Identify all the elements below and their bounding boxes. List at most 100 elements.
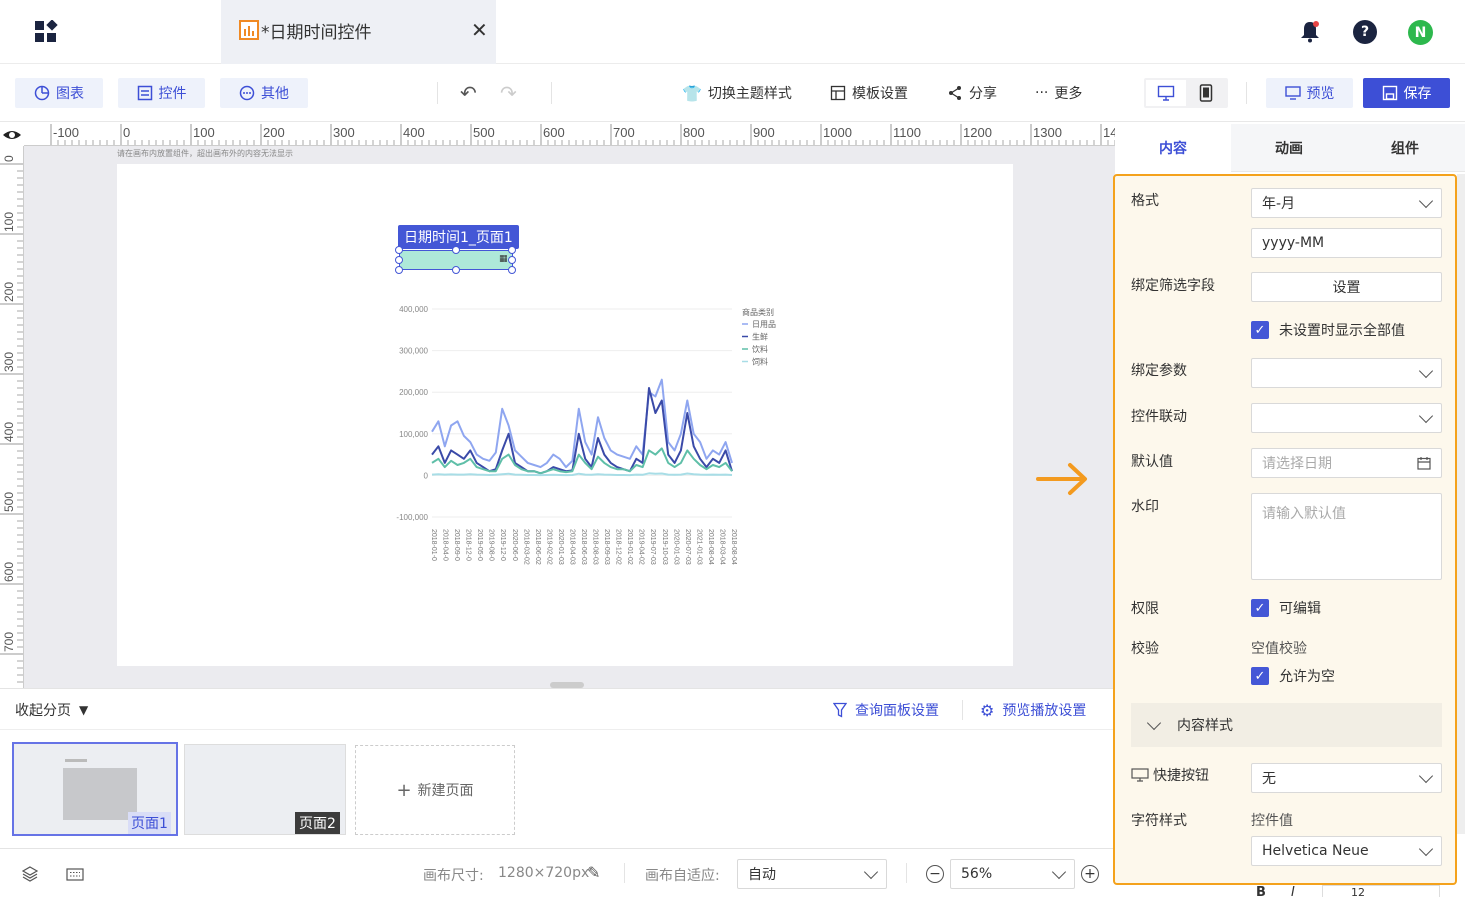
top-bar: *日期时间控件 ✕ ? N <box>0 0 1465 64</box>
close-icon[interactable]: ✕ <box>471 18 488 42</box>
resize-handle[interactable] <box>452 246 460 254</box>
resize-handle[interactable] <box>508 246 516 254</box>
char-style-label: 字符样式 <box>1131 813 1187 829</box>
theme-switch-button[interactable]: 👕 切换主题样式 <box>682 83 792 103</box>
allow-empty-checkbox[interactable]: ✓ 允许为空 <box>1251 666 1335 686</box>
format-select[interactable]: 年-月 <box>1251 188 1442 218</box>
page-thumbnail-2[interactable]: 页面2 <box>184 744 346 835</box>
more-button[interactable]: ··· 更多 <box>1035 83 1082 103</box>
shirt-icon: 👕 <box>682 83 702 103</box>
mobile-view-button[interactable] <box>1186 80 1226 106</box>
zoom-select[interactable]: 56% <box>950 859 1075 889</box>
zoom-out-icon[interactable]: − <box>926 865 944 883</box>
template-settings-button[interactable]: 模板设置 <box>830 83 908 103</box>
x-tick-label: 2019-02-02 <box>545 529 552 565</box>
playback-settings-button[interactable]: ⚙ 预览播放设置 <box>980 700 1086 720</box>
ruler-label: 400 <box>403 125 425 140</box>
x-tick-label: 2018-03-04 <box>718 529 725 565</box>
help-icon[interactable]: ? <box>1353 20 1377 44</box>
tab-component[interactable]: 组件 <box>1347 124 1463 172</box>
new-page-label: 新建页面 <box>417 783 474 799</box>
resize-handle[interactable] <box>395 266 403 274</box>
page-2-label: 页面2 <box>295 812 340 834</box>
control-button[interactable]: 控件 <box>118 78 205 108</box>
font-family-select[interactable]: Helvetica Neue <box>1251 836 1442 866</box>
avatar[interactable]: N <box>1408 20 1433 45</box>
bell-icon[interactable] <box>1299 20 1321 44</box>
default-date-input[interactable]: 请选择日期 <box>1251 448 1442 478</box>
chart-button[interactable]: 图表 <box>15 78 103 108</box>
keyboard-icon[interactable] <box>66 868 84 881</box>
format-pattern-input[interactable]: yyyy-MM <box>1251 228 1442 258</box>
monitor-icon <box>1157 85 1175 101</box>
divider <box>906 863 907 883</box>
y-tick-label: 400,000 <box>399 305 428 314</box>
bottom-bar: 画布尺寸: 1280×720px ✎ 画布自适应: 自动 − 56% + <box>0 848 1113 897</box>
ruler-label: 1200 <box>963 125 992 140</box>
resize-handle[interactable] <box>395 246 403 254</box>
adapt-select[interactable]: 自动 <box>737 859 887 889</box>
format-label: 格式 <box>1131 193 1159 209</box>
show-all-checkbox[interactable]: ✓ 未设置时显示全部值 <box>1251 320 1405 340</box>
show-all-label: 未设置时显示全部值 <box>1279 323 1405 339</box>
default-value-label: 默认值 <box>1131 454 1173 470</box>
toolbar: 图表 控件 其他 ↶ ↷ 👕 切换主题样式 模板设置 分享 ··· 更多 预览 <box>0 64 1465 122</box>
bold-icon[interactable]: B <box>1256 885 1266 897</box>
bind-field-settings-button[interactable]: 设置 <box>1251 272 1442 302</box>
tab-animation[interactable]: 动画 <box>1231 124 1347 172</box>
linkage-select[interactable] <box>1251 403 1442 433</box>
eye-icon[interactable] <box>0 124 24 146</box>
template-icon <box>830 85 846 101</box>
preview-button[interactable]: 预览 <box>1266 78 1353 108</box>
calendar-icon: ▦ <box>499 254 508 264</box>
query-panel-settings-button[interactable]: 查询面板设置 <box>833 700 939 720</box>
page-thumbnail-1[interactable]: 页面1 <box>12 742 178 836</box>
tab-content[interactable]: 内容 <box>1115 123 1231 172</box>
zoom-in-icon[interactable]: + <box>1081 865 1099 883</box>
linkage-label: 控件联动 <box>1131 409 1187 425</box>
apps-icon[interactable] <box>34 20 58 44</box>
format-pattern-value: yyyy-MM <box>1262 235 1325 251</box>
collapse-pages-button[interactable]: 收起分页 ▼ <box>15 700 88 720</box>
italic-icon[interactable]: I <box>1291 885 1295 897</box>
layers-icon[interactable] <box>22 866 38 882</box>
document-tab[interactable]: *日期时间控件 ✕ <box>221 0 496 64</box>
undo-icon[interactable]: ↶ <box>460 81 477 105</box>
empty-check-label: 空值校验 <box>1251 641 1307 657</box>
resize-handle[interactable] <box>508 266 516 274</box>
ruler-label: 500 <box>2 492 16 512</box>
bind-param-select[interactable] <box>1251 358 1442 388</box>
divider <box>551 82 552 104</box>
chevron-down-icon <box>863 864 879 879</box>
control-icon <box>137 85 152 101</box>
adapt-value: 自动 <box>748 867 776 883</box>
gear-icon: ⚙ <box>980 700 995 720</box>
shortcut-select[interactable]: 无 <box>1251 763 1442 793</box>
ruler-label: 400 <box>2 422 16 442</box>
scrollbar[interactable] <box>1457 174 1465 834</box>
x-tick-label: 2019-07-03 <box>649 529 656 565</box>
legend-item: 饲料 <box>752 357 768 367</box>
share-button[interactable]: 分享 <box>947 83 997 103</box>
share-label: 分享 <box>969 86 997 102</box>
resize-handle[interactable] <box>395 256 403 264</box>
watermark-textarea[interactable]: 请输入默认值 <box>1251 493 1442 580</box>
content-style-section[interactable]: 内容样式 <box>1131 703 1442 747</box>
x-tick-label: 2019-08-0 <box>488 529 495 561</box>
edit-icon[interactable]: ✎ <box>587 863 600 882</box>
new-page-button[interactable]: + 新建页面 <box>355 745 515 835</box>
editable-checkbox[interactable]: ✓ 可编辑 <box>1251 598 1321 618</box>
redo-icon[interactable]: ↷ <box>500 81 517 105</box>
shortcut-value: 无 <box>1262 771 1276 787</box>
editable-label: 可编辑 <box>1279 601 1321 617</box>
other-button[interactable]: 其他 <box>220 78 308 108</box>
desktop-view-button[interactable] <box>1146 80 1186 106</box>
resize-handle[interactable] <box>452 266 460 274</box>
resize-handle[interactable] <box>508 256 516 264</box>
x-tick-label: 2018-04-0 <box>442 529 449 561</box>
save-button[interactable]: 保存 <box>1363 78 1450 108</box>
font-size-input[interactable]: 12 <box>1322 885 1440 897</box>
line-chart[interactable]: 400,000300,000200,000100,0000-100,000201… <box>380 297 792 587</box>
default-date-placeholder: 请选择日期 <box>1262 456 1332 472</box>
playback-settings-label: 预览播放设置 <box>1002 703 1087 719</box>
